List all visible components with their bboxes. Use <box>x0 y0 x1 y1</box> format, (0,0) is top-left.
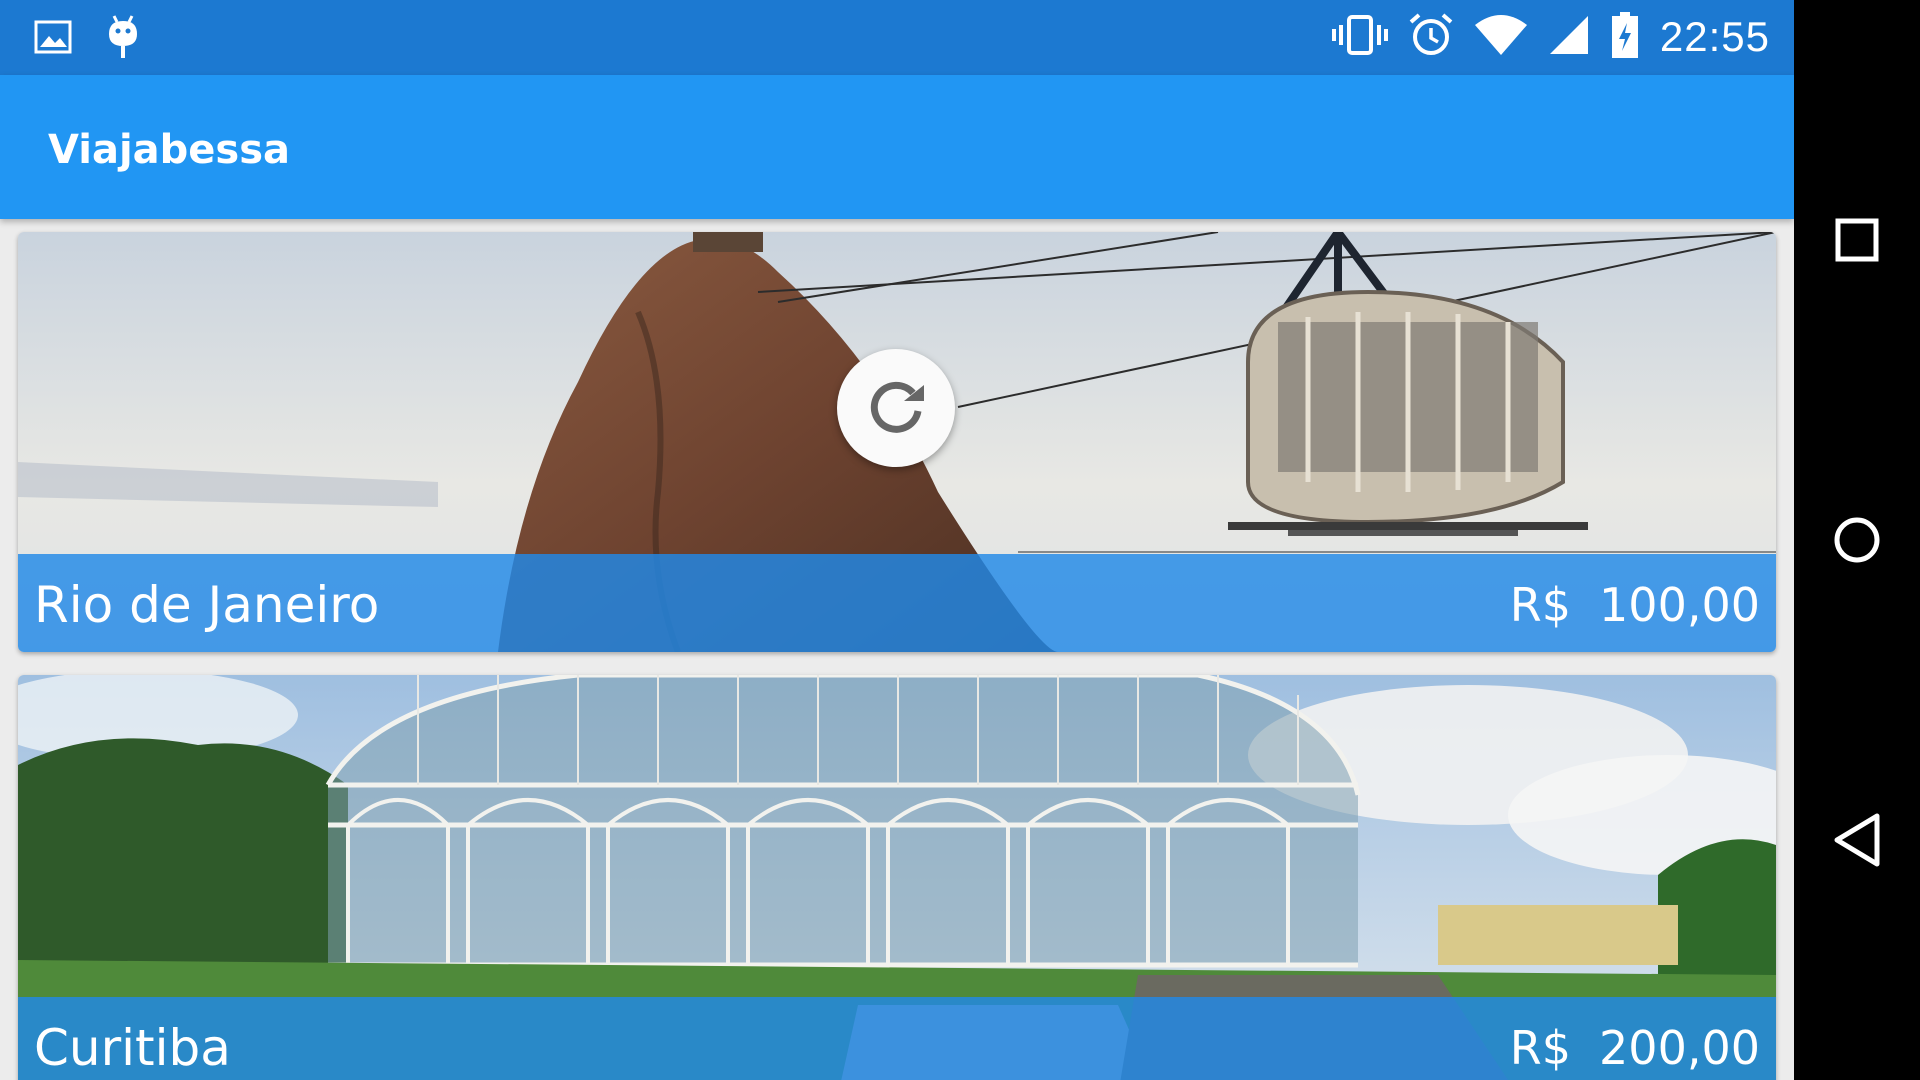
card-footer: Rio de Janeiro R$ 100,00 <box>18 554 1776 652</box>
app-screen: 22:55 Viajabessa Rio de Janeiro R$ 100,0… <box>0 0 1794 1080</box>
wifi-icon <box>1474 13 1528 62</box>
home-button[interactable] <box>1829 512 1885 568</box>
app-bar: Viajabessa <box>0 75 1794 219</box>
navigation-bar <box>1794 0 1920 1080</box>
android-debug-icon <box>106 14 140 65</box>
status-time: 22:55 <box>1659 13 1770 60</box>
price-value: 100,00 <box>1599 578 1760 632</box>
currency-label: R$ <box>1509 1021 1571 1075</box>
recents-button[interactable] <box>1829 212 1885 268</box>
back-button[interactable] <box>1829 812 1885 868</box>
price-value: 200,00 <box>1599 1021 1760 1075</box>
destination-name: Rio de Janeiro <box>34 576 380 634</box>
card-footer: Curitiba R$ 200,00 <box>18 997 1776 1080</box>
vibrate-icon <box>1331 13 1388 62</box>
currency-label: R$ <box>1509 578 1571 632</box>
status-bar: 22:55 <box>0 0 1794 75</box>
signal-icon <box>1548 14 1590 61</box>
package-card[interactable]: Curitiba R$ 200,00 <box>18 675 1776 1080</box>
refresh-indicator <box>837 349 955 467</box>
app-title: Viajabessa <box>48 127 291 173</box>
battery-charging-icon <box>1610 11 1640 64</box>
destination-name: Curitiba <box>34 1019 231 1077</box>
alarm-icon <box>1408 12 1454 63</box>
refresh-icon <box>861 371 931 446</box>
image-icon <box>34 20 72 59</box>
